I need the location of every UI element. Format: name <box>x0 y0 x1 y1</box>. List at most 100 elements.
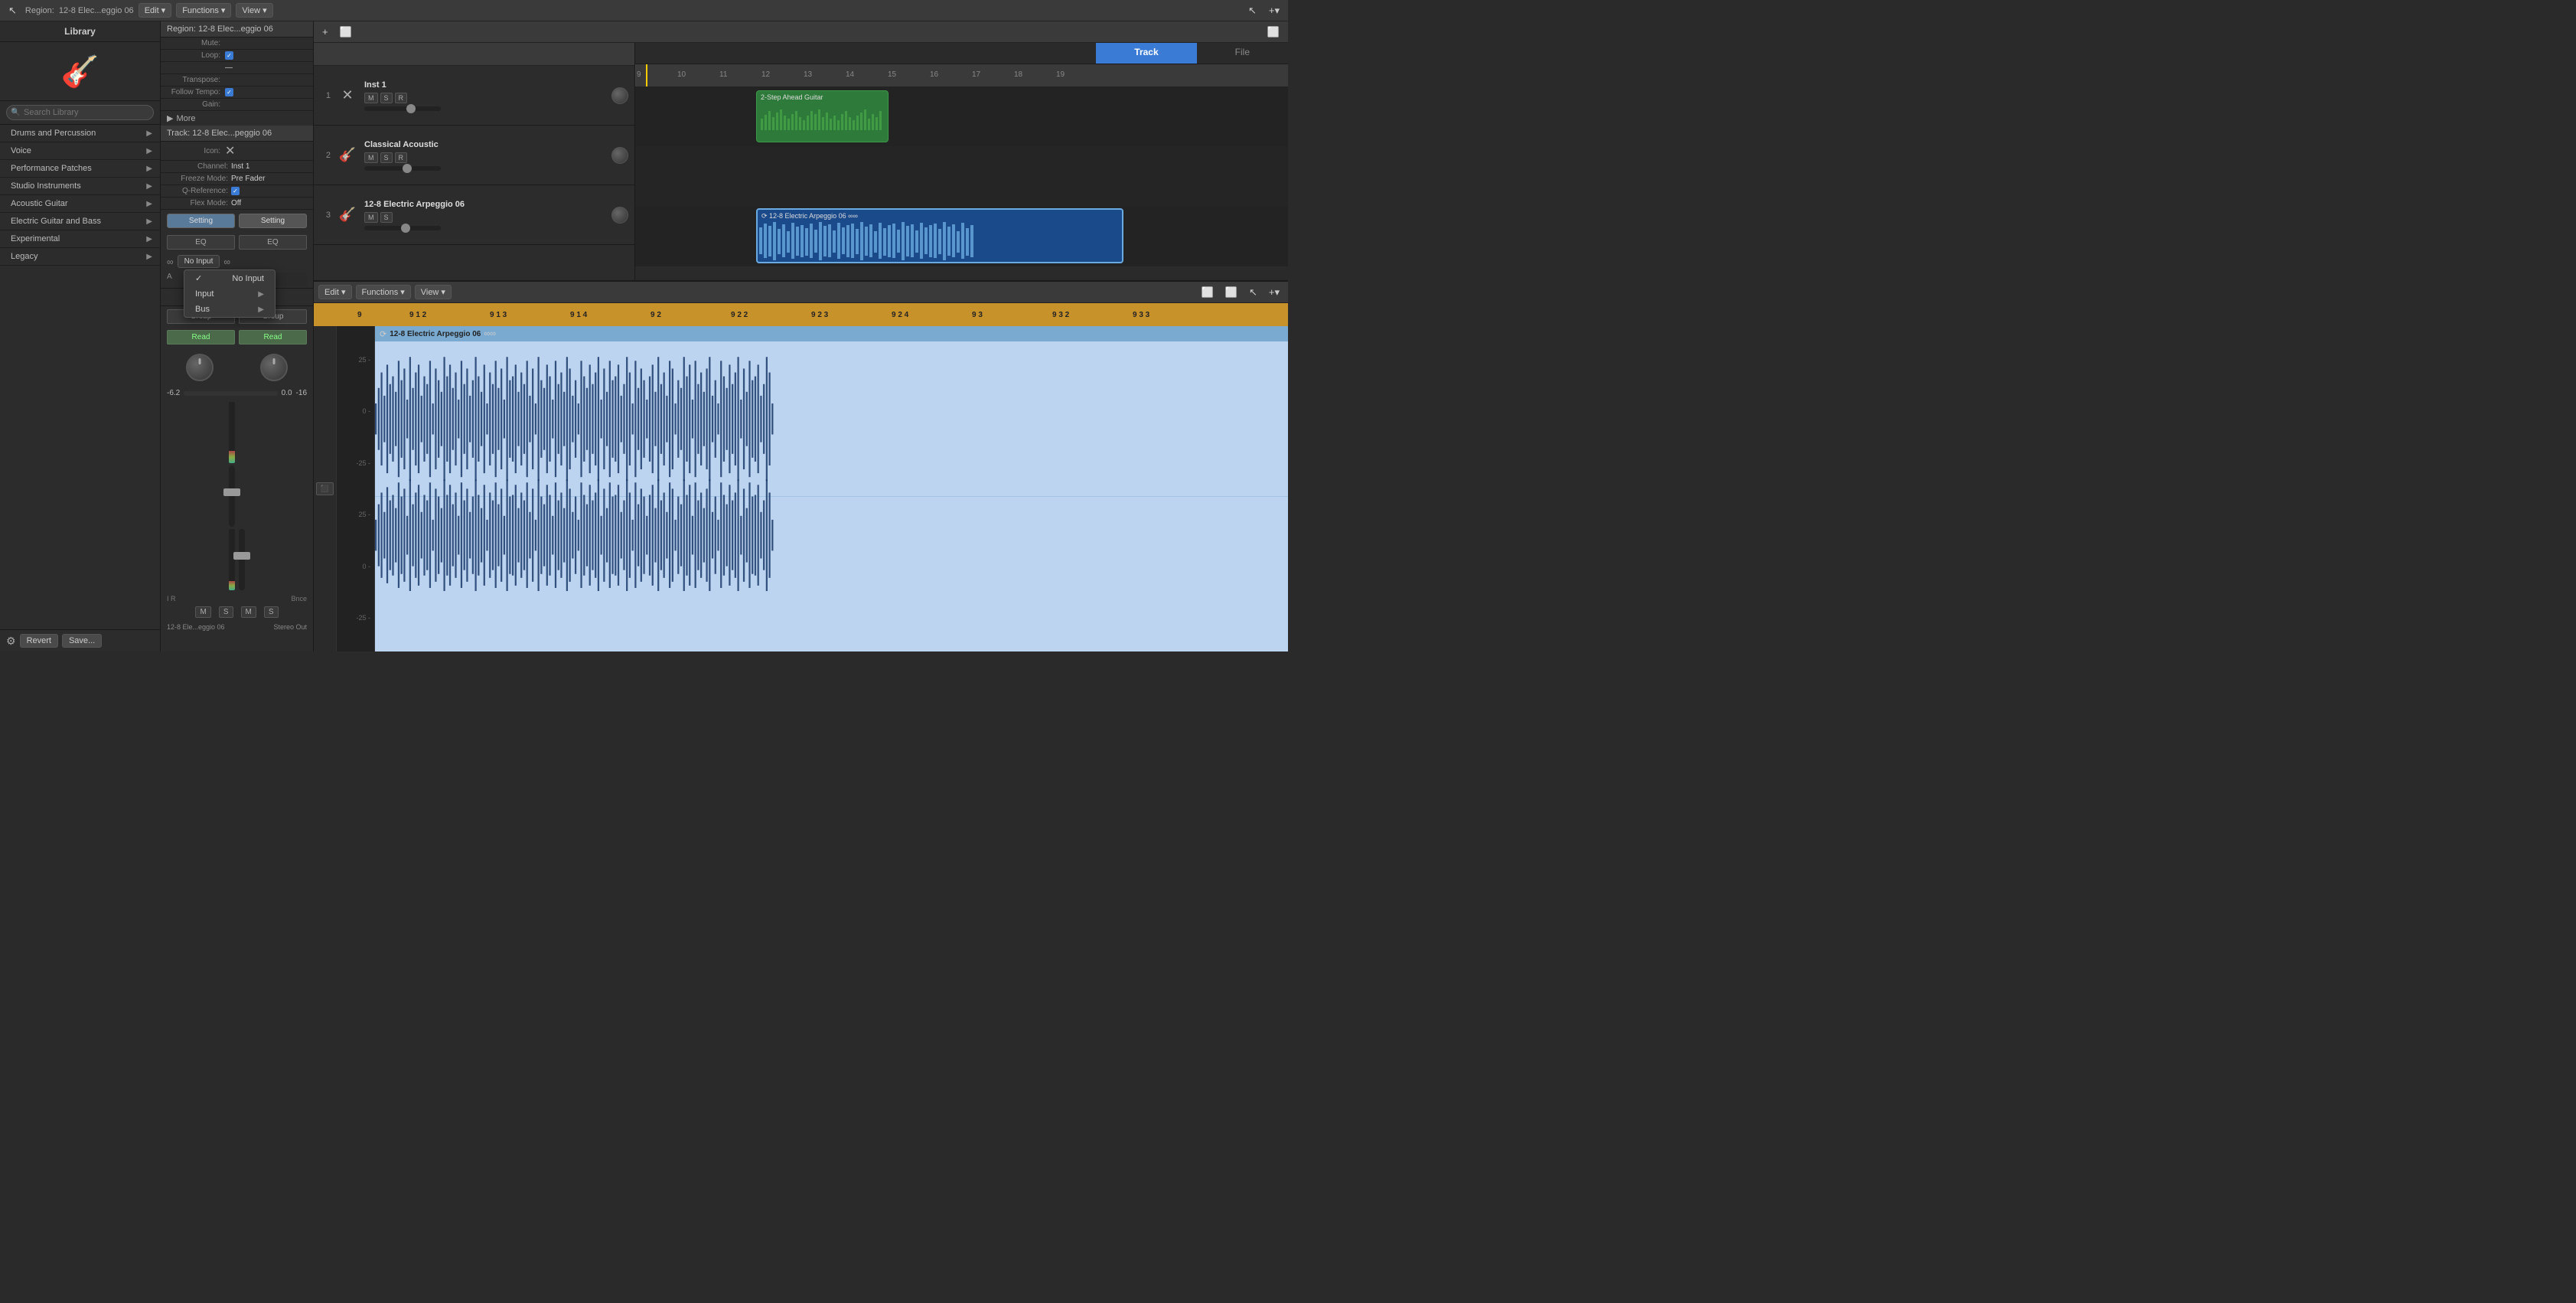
volume-knob-2[interactable] <box>611 147 628 164</box>
functions-btn[interactable]: Functions ▾ <box>176 3 231 18</box>
record-btn-1[interactable]: R <box>395 93 408 103</box>
eq-row: EQ EQ <box>161 232 313 253</box>
mute-btn-2[interactable]: M <box>364 152 378 163</box>
fader-track-2[interactable] <box>239 529 245 590</box>
more-button[interactable]: ▶ More <box>161 111 313 126</box>
meter-fill-1 <box>229 451 235 463</box>
pan-knob-1[interactable] <box>186 354 214 381</box>
mute-btn-3[interactable]: M <box>364 212 378 223</box>
read-btn-2[interactable]: Read <box>239 330 307 345</box>
library-item-legacy[interactable]: Legacy ▶ <box>0 248 160 266</box>
ruler-mark-923: 9 2 3 <box>811 311 828 319</box>
media-btn[interactable]: ⬜ <box>336 24 356 40</box>
record-btn-2[interactable]: R <box>395 152 408 163</box>
library-item-drums[interactable]: Drums and Percussion ▶ <box>0 125 160 142</box>
ruler-mark-914: 9 1 4 <box>570 311 587 319</box>
fader-knob-2[interactable] <box>403 164 412 173</box>
library-item-voice[interactable]: Voice ▶ <box>0 142 160 160</box>
fader-thumb-1[interactable] <box>223 488 240 496</box>
fader-1[interactable] <box>364 106 441 111</box>
view-btn[interactable]: View ▾ <box>236 3 272 18</box>
library-item-electric[interactable]: Electric Guitar and Bass ▶ <box>0 213 160 230</box>
meter-fill-2 <box>229 581 235 590</box>
fader-thumb-2[interactable] <box>233 552 250 560</box>
fader-3[interactable] <box>364 226 441 230</box>
waveform-svg <box>375 341 1288 652</box>
chevron-right-icon: ▶ <box>146 217 152 226</box>
meter-1 <box>229 402 235 463</box>
audio-functions-btn[interactable]: Functions ▾ <box>356 285 411 299</box>
gear-btn[interactable]: ⚙ <box>6 635 16 648</box>
ruler-mark-932: 9 3 2 <box>1052 311 1069 319</box>
s-btn-1[interactable]: S <box>219 606 233 618</box>
mute-row: Mute: <box>161 38 313 50</box>
setting-btn-1[interactable]: Setting <box>167 214 235 228</box>
dropdown-item-no-input[interactable]: No Input <box>184 270 275 286</box>
fader-knob-1[interactable] <box>406 104 416 113</box>
audio-cursor-btn[interactable]: ⬜ <box>1221 285 1241 300</box>
setting-btn-2[interactable]: Setting <box>239 214 307 228</box>
chevron-right-icon: ▶ <box>146 235 152 243</box>
tracks-upper: + ⬜ ⬜ 1 <box>314 21 1288 282</box>
mute-btn-1[interactable]: M <box>364 93 378 103</box>
pointer-tool-btn[interactable]: ↖ <box>1244 3 1260 18</box>
library-item-studio[interactable]: Studio Instruments ▶ <box>0 178 160 195</box>
qref-checkbox[interactable]: ✓ <box>231 187 240 195</box>
read-row: Read Read <box>161 327 313 348</box>
add-track-btn[interactable]: + <box>318 24 332 39</box>
dropdown-item-input[interactable]: Input ▶ <box>184 286 275 302</box>
aspect-btn[interactable]: ⬜ <box>1264 24 1283 40</box>
library-item-performance[interactable]: Performance Patches ▶ <box>0 160 160 178</box>
solo-btn-1[interactable]: S <box>380 93 393 103</box>
arrow-tool-btn[interactable]: ↖ <box>5 3 21 18</box>
m-btn-2[interactable]: M <box>241 606 256 618</box>
volume-knob-3[interactable] <box>611 207 628 224</box>
save-btn[interactable]: Save... <box>62 634 102 648</box>
audio-view-btn[interactable]: View ▾ <box>415 285 452 299</box>
fader-2[interactable] <box>364 166 441 171</box>
library-item-experimental[interactable]: Experimental ▶ <box>0 230 160 248</box>
eq-btn-2[interactable]: EQ <box>239 235 307 250</box>
db-label-3: -16 <box>296 389 307 397</box>
track-tab[interactable]: Track <box>1096 43 1196 64</box>
pan-knob-2[interactable] <box>260 354 288 381</box>
region-loop-icon-audio: ⟳ <box>380 329 386 339</box>
file-tab[interactable]: File <box>1197 43 1288 64</box>
track-header-strip: Track: 12-8 Elec...peggio 06 <box>161 126 313 142</box>
revert-btn[interactable]: Revert <box>20 634 58 648</box>
m-btn-1[interactable]: M <box>195 606 210 618</box>
track-channel-names: 12-8 Ele...eggio 06 Stereo Out <box>161 620 313 634</box>
audio-editor: Edit ▾ Functions ▾ View ▾ ⬜ ⬜ ↖ +▾ 9 9 1… <box>314 282 1288 652</box>
audio-scale: 25 - 0 - -25 - 25 - 0 - -25 - <box>337 326 375 652</box>
library-item-acoustic[interactable]: Acoustic Guitar ▶ <box>0 195 160 213</box>
audio-add-btn[interactable]: +▾ <box>1265 285 1283 300</box>
region-arpeggio-track[interactable]: ⟳ 12-8 Electric Arpeggio 06 ∞∞ <box>756 208 1123 263</box>
solo-btn-3[interactable]: S <box>380 212 393 223</box>
eq-btn-1[interactable]: EQ <box>167 235 235 250</box>
follow-tempo-checkbox[interactable]: ✓ <box>225 88 233 96</box>
ruler-mark-8: 16 <box>930 70 938 79</box>
loop-checkbox[interactable]: ✓ <box>225 51 233 60</box>
ruler-mark-3: 11 <box>719 70 727 79</box>
solo-btn-2[interactable]: S <box>380 152 393 163</box>
search-input[interactable] <box>6 105 154 120</box>
library-search-area <box>0 101 160 125</box>
fader-track-1[interactable] <box>229 465 235 527</box>
audio-edit-btn[interactable]: Edit ▾ <box>318 285 352 299</box>
fader-knob-3[interactable] <box>401 224 410 233</box>
ruler-mark-11: 19 <box>1056 70 1065 79</box>
read-btn-1[interactable]: Read <box>167 330 235 345</box>
edit-btn[interactable]: Edit ▾ <box>139 3 172 18</box>
audio-loop-btn[interactable]: ⬜ <box>1198 285 1218 300</box>
dropdown-item-bus[interactable]: Bus ▶ <box>184 302 275 317</box>
audio-pointer-btn[interactable]: ↖ <box>1245 285 1261 300</box>
add-tool-btn[interactable]: +▾ <box>1265 3 1283 18</box>
playhead[interactable] <box>646 64 647 87</box>
s-btn-2[interactable]: S <box>264 606 279 618</box>
input-row: ∞ No Input ∞ No Input Input ▶ Bus <box>161 253 313 270</box>
region-2step-guitar[interactable]: 2-Step Ahead Guitar <box>756 90 889 142</box>
no-input-dropdown[interactable]: No Input <box>178 255 220 268</box>
library-footer: ⚙ Revert Save... <box>0 629 160 652</box>
volume-knob-1[interactable] <box>611 87 628 104</box>
expand-track-btn[interactable]: ⬛ <box>316 482 334 495</box>
